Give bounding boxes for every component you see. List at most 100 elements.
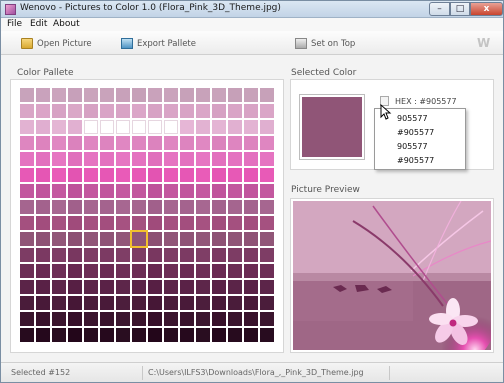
- color-swatch[interactable]: [244, 136, 258, 150]
- color-swatch[interactable]: [260, 312, 274, 326]
- color-swatch[interactable]: [100, 232, 114, 246]
- color-swatch[interactable]: [228, 168, 242, 182]
- color-swatch[interactable]: [260, 232, 274, 246]
- color-swatch[interactable]: [196, 120, 210, 134]
- color-swatch[interactable]: [84, 312, 98, 326]
- color-swatch[interactable]: [260, 168, 274, 182]
- color-swatch[interactable]: [100, 104, 114, 118]
- color-swatch[interactable]: [148, 88, 162, 102]
- color-swatch[interactable]: [52, 264, 66, 278]
- color-swatch[interactable]: [68, 200, 82, 214]
- color-swatch[interactable]: [52, 328, 66, 342]
- color-swatch[interactable]: [116, 200, 130, 214]
- color-swatch[interactable]: [20, 168, 34, 182]
- color-swatch[interactable]: [52, 216, 66, 230]
- color-swatch[interactable]: [212, 136, 226, 150]
- color-swatch[interactable]: [164, 168, 178, 182]
- color-swatch[interactable]: [84, 88, 98, 102]
- color-swatch[interactable]: [196, 296, 210, 310]
- color-swatch[interactable]: [164, 216, 178, 230]
- color-swatch[interactable]: [164, 296, 178, 310]
- dropdown-item[interactable]: 905577: [375, 140, 465, 154]
- color-swatch[interactable]: [212, 232, 226, 246]
- color-swatch[interactable]: [52, 296, 66, 310]
- color-swatch[interactable]: [52, 248, 66, 262]
- color-swatch[interactable]: [196, 136, 210, 150]
- color-swatch[interactable]: [196, 104, 210, 118]
- color-swatch[interactable]: [116, 152, 130, 166]
- menu-file[interactable]: File: [7, 19, 22, 29]
- color-swatch[interactable]: [68, 264, 82, 278]
- color-swatch[interactable]: [36, 216, 50, 230]
- color-swatch[interactable]: [52, 104, 66, 118]
- color-swatch[interactable]: [180, 152, 194, 166]
- color-swatch[interactable]: [20, 88, 34, 102]
- color-swatch[interactable]: [84, 280, 98, 294]
- color-swatch[interactable]: [20, 248, 34, 262]
- color-swatch[interactable]: [20, 136, 34, 150]
- color-swatch[interactable]: [244, 120, 258, 134]
- maximize-button[interactable]: □: [450, 2, 470, 16]
- color-swatch[interactable]: [148, 152, 162, 166]
- color-swatch[interactable]: [68, 88, 82, 102]
- color-swatch[interactable]: [116, 168, 130, 182]
- color-swatch[interactable]: [228, 248, 242, 262]
- color-swatch[interactable]: [100, 184, 114, 198]
- color-swatch[interactable]: [36, 296, 50, 310]
- color-swatch[interactable]: [212, 200, 226, 214]
- color-swatch[interactable]: [260, 200, 274, 214]
- color-swatch[interactable]: [148, 312, 162, 326]
- color-swatch[interactable]: [84, 296, 98, 310]
- dropdown-item[interactable]: #905577: [375, 126, 465, 140]
- color-swatch[interactable]: [84, 232, 98, 246]
- color-swatch[interactable]: [228, 120, 242, 134]
- color-swatch[interactable]: [68, 104, 82, 118]
- color-swatch[interactable]: [180, 248, 194, 262]
- color-swatch[interactable]: [260, 120, 274, 134]
- color-swatch[interactable]: [84, 216, 98, 230]
- color-swatch[interactable]: [132, 88, 146, 102]
- color-swatch[interactable]: [132, 248, 146, 262]
- color-swatch[interactable]: [260, 88, 274, 102]
- color-swatch[interactable]: [132, 312, 146, 326]
- color-swatch[interactable]: [52, 200, 66, 214]
- color-swatch[interactable]: [84, 200, 98, 214]
- color-swatch[interactable]: [228, 104, 242, 118]
- color-swatch[interactable]: [132, 184, 146, 198]
- color-swatch[interactable]: [20, 120, 34, 134]
- color-swatch[interactable]: [84, 264, 98, 278]
- color-swatch[interactable]: [164, 152, 178, 166]
- color-swatch[interactable]: [36, 312, 50, 326]
- color-swatch[interactable]: [20, 184, 34, 198]
- color-swatch[interactable]: [100, 88, 114, 102]
- color-swatch[interactable]: [116, 120, 130, 134]
- color-swatch[interactable]: [212, 88, 226, 102]
- color-swatch[interactable]: [84, 104, 98, 118]
- color-swatch[interactable]: [100, 312, 114, 326]
- color-swatch[interactable]: [148, 120, 162, 134]
- color-swatch[interactable]: [164, 200, 178, 214]
- color-swatch[interactable]: [260, 264, 274, 278]
- color-swatch[interactable]: [164, 104, 178, 118]
- color-swatch[interactable]: [68, 232, 82, 246]
- color-swatch[interactable]: [132, 152, 146, 166]
- color-swatch[interactable]: [164, 136, 178, 150]
- color-swatch[interactable]: [260, 136, 274, 150]
- color-swatch[interactable]: [116, 216, 130, 230]
- color-swatch[interactable]: [228, 200, 242, 214]
- color-swatch[interactable]: [164, 232, 178, 246]
- color-swatch[interactable]: [228, 312, 242, 326]
- color-swatch[interactable]: [260, 216, 274, 230]
- color-swatch[interactable]: [100, 328, 114, 342]
- color-swatch[interactable]: [244, 200, 258, 214]
- color-swatch[interactable]: [180, 168, 194, 182]
- color-swatch[interactable]: [228, 88, 242, 102]
- color-swatch[interactable]: [244, 328, 258, 342]
- color-swatch[interactable]: [20, 216, 34, 230]
- color-swatch[interactable]: [36, 152, 50, 166]
- color-swatch[interactable]: [36, 136, 50, 150]
- color-swatch[interactable]: [180, 280, 194, 294]
- color-swatch[interactable]: [180, 200, 194, 214]
- color-swatch[interactable]: [52, 168, 66, 182]
- color-swatch[interactable]: [116, 88, 130, 102]
